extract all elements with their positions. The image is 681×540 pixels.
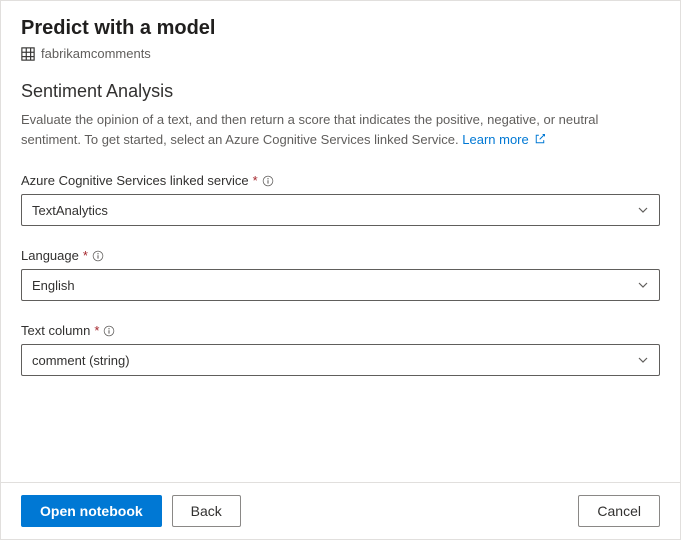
language-value: English xyxy=(32,278,75,293)
chevron-down-icon xyxy=(637,204,649,216)
chevron-down-icon xyxy=(637,279,649,291)
external-link-icon xyxy=(534,133,546,145)
required-star: * xyxy=(94,323,99,338)
learn-more-link[interactable]: Learn more xyxy=(462,132,546,147)
info-icon[interactable] xyxy=(92,250,104,262)
linked-service-value: TextAnalytics xyxy=(32,203,108,218)
dialog-content: Predict with a model fabrikamcomments Se… xyxy=(1,1,680,482)
section-title: Sentiment Analysis xyxy=(21,81,660,102)
cancel-button[interactable]: Cancel xyxy=(578,495,660,527)
info-icon[interactable] xyxy=(103,325,115,337)
table-icon xyxy=(21,47,35,61)
linked-service-group: Azure Cognitive Services linked service … xyxy=(21,173,660,226)
back-button[interactable]: Back xyxy=(172,495,241,527)
language-label: Language * xyxy=(21,248,660,263)
subtitle-row: fabrikamcomments xyxy=(21,46,660,61)
text-column-value: comment (string) xyxy=(32,353,130,368)
required-star: * xyxy=(83,248,88,263)
footer: Open notebook Back Cancel xyxy=(1,482,680,539)
text-column-group: Text column * comment (string) xyxy=(21,323,660,376)
section-description: Evaluate the opinion of a text, and then… xyxy=(21,110,660,149)
language-group: Language * English xyxy=(21,248,660,301)
text-column-select[interactable]: comment (string) xyxy=(21,344,660,376)
language-select[interactable]: English xyxy=(21,269,660,301)
page-title: Predict with a model xyxy=(21,17,660,40)
linked-service-label: Azure Cognitive Services linked service … xyxy=(21,173,660,188)
chevron-down-icon xyxy=(637,354,649,366)
text-column-label: Text column * xyxy=(21,323,660,338)
info-icon[interactable] xyxy=(262,175,274,187)
subtitle-text: fabrikamcomments xyxy=(41,46,151,61)
required-star: * xyxy=(253,173,258,188)
open-notebook-button[interactable]: Open notebook xyxy=(21,495,162,527)
linked-service-select[interactable]: TextAnalytics xyxy=(21,194,660,226)
